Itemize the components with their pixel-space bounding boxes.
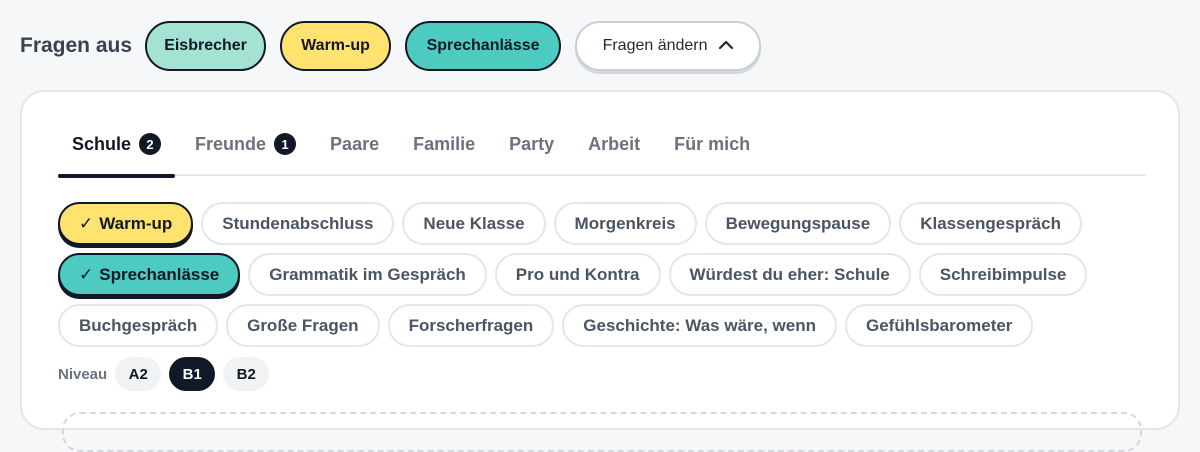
- tab-paare[interactable]: Paare: [330, 122, 379, 176]
- level-option-b2[interactable]: B2: [223, 357, 270, 391]
- chip-grosse-fragen[interactable]: Große Fragen: [226, 304, 380, 347]
- chip-warm-up[interactable]: ✓ Warm-up: [58, 202, 194, 245]
- tab-count-badge: 2: [139, 133, 162, 155]
- chip-wuerdest-du-eher-schule[interactable]: Würdest du eher: Schule: [668, 253, 911, 296]
- chip-label: Geschichte: Was wäre, wenn: [583, 315, 816, 335]
- tab-label: Freunde: [195, 133, 267, 154]
- set-pill-warm-up[interactable]: Warm-up: [280, 21, 392, 71]
- question-picker-panel: Schule 2 Freunde 1 Paare Familie Party Arbeit Fü…: [20, 90, 1180, 452]
- change-questions-label: Fragen ändern: [602, 37, 708, 54]
- change-questions-button[interactable]: Fragen ändern: [575, 21, 762, 71]
- tab-schule[interactable]: Schule 2: [58, 122, 176, 178]
- chip-label: Grammatik im Gespräch: [269, 264, 466, 284]
- chip-pro-und-kontra[interactable]: Pro und Kontra: [494, 253, 661, 296]
- chip-label: Buchgespräch: [79, 315, 198, 335]
- chip-stundenabschluss[interactable]: Stundenabschluss: [201, 202, 395, 245]
- level-options: A2 B1 B2: [115, 357, 277, 391]
- chip-label: Warm-up: [99, 213, 173, 233]
- tab-label: Paare: [330, 133, 380, 154]
- chip-label: Schreibimpulse: [939, 264, 1067, 284]
- question-sets-bar: Fragen aus Eisbrecher Warm-up Sprechanlä…: [20, 21, 762, 71]
- tab-count-badge: 1: [274, 133, 297, 155]
- tab-label: Familie: [413, 133, 476, 154]
- chip-label: Morgenkreis: [574, 213, 676, 233]
- chip-schreibimpulse[interactable]: Schreibimpulse: [918, 253, 1088, 296]
- chip-neue-klasse[interactable]: Neue Klasse: [402, 202, 546, 245]
- chip-label: Gefühlsbarometer: [866, 315, 1013, 335]
- chip-grammatik-im-gespraech[interactable]: Grammatik im Gespräch: [248, 253, 487, 296]
- tab-label: Party: [509, 133, 555, 154]
- chip-geschichte-was-waere-wenn[interactable]: Geschichte: Was wäre, wenn: [562, 304, 837, 347]
- tab-fuer-mich[interactable]: Für mich: [674, 122, 750, 176]
- set-pill-eisbrecher[interactable]: Eisbrecher: [145, 21, 267, 71]
- chip-label: Pro und Kontra: [515, 264, 640, 284]
- check-icon: ✓: [79, 213, 94, 233]
- check-icon: ✓: [79, 264, 94, 284]
- chip-label: Sprechanlässe: [99, 264, 220, 284]
- level-label: Niveau: [58, 365, 108, 383]
- chip-label: Neue Klasse: [423, 213, 525, 233]
- tab-freunde[interactable]: Freunde 1: [195, 122, 297, 176]
- level-option-a2[interactable]: A2: [115, 357, 162, 391]
- topic-chips: ✓ Warm-up Stundenabschluss Neue Klasse Morge…: [58, 202, 1158, 355]
- chip-label: Forscherfragen: [408, 315, 534, 335]
- chip-label: Klassengespräch: [920, 213, 1061, 233]
- category-tabs: Schule 2 Freunde 1 Paare Familie Party Arbeit Fü…: [58, 122, 1146, 178]
- chip-klassengespraech[interactable]: Klassengespräch: [899, 202, 1082, 245]
- chip-label: Bewegungspause: [725, 213, 871, 233]
- chip-label: Große Fragen: [247, 315, 359, 335]
- question-sets-label: Fragen aus: [20, 34, 133, 57]
- tab-familie[interactable]: Familie: [413, 122, 475, 176]
- chip-bewegungspause[interactable]: Bewegungspause: [704, 202, 892, 245]
- chevron-up-icon: [718, 37, 734, 55]
- tab-party[interactable]: Party: [509, 122, 554, 176]
- tab-arbeit[interactable]: Arbeit: [588, 122, 640, 176]
- tab-label: Arbeit: [588, 133, 641, 154]
- tab-label: Schule: [72, 133, 132, 154]
- tab-label: Für mich: [674, 133, 751, 154]
- chip-sprechanlaesse[interactable]: ✓ Sprechanlässe: [58, 253, 241, 296]
- chip-label: Würdest du eher: Schule: [689, 264, 890, 284]
- chip-label: Stundenabschluss: [222, 213, 374, 233]
- chip-forscherfragen[interactable]: Forscherfragen: [387, 304, 555, 347]
- chip-buchgespraech[interactable]: Buchgespräch: [58, 304, 219, 347]
- chip-gefuehlsbarometer[interactable]: Gefühlsbarometer: [845, 304, 1034, 347]
- set-pill-sprechanlaesse[interactable]: Sprechanlässe: [405, 21, 562, 71]
- level-selector: Niveau A2 B1 B2: [58, 357, 277, 391]
- chip-morgenkreis[interactable]: Morgenkreis: [553, 202, 697, 245]
- level-option-b1[interactable]: B1: [169, 357, 216, 391]
- dashed-drop-area: [62, 412, 1142, 452]
